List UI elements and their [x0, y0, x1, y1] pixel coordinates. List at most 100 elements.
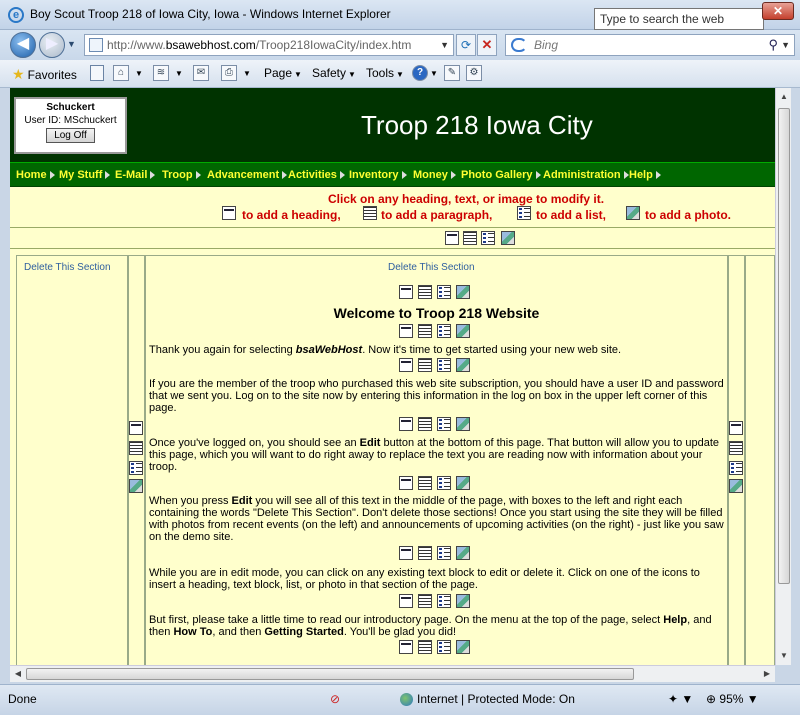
- paragraph-icon[interactable]: [463, 231, 477, 245]
- photo-icon[interactable]: [729, 479, 743, 493]
- menu-item-troop[interactable]: Troop: [159, 166, 201, 184]
- menu-item-inventory[interactable]: Inventory: [346, 166, 406, 184]
- photo-icon[interactable]: [456, 594, 470, 608]
- paragraph-icon[interactable]: [418, 594, 432, 608]
- vertical-scrollbar[interactable]: ▲ ▼: [775, 88, 791, 665]
- zone-indicator[interactable]: Internet | Protected Mode: On: [400, 692, 575, 707]
- paragraph-read-intro[interactable]: But first, please take a little time to …: [149, 614, 724, 638]
- menu-item-my-stuff[interactable]: My Stuff: [56, 166, 111, 184]
- photo-icon[interactable]: [456, 546, 470, 560]
- horizontal-scrollbar[interactable]: ◀ ▶: [10, 665, 775, 682]
- paragraph-press-edit[interactable]: When you press Edit you will see all of …: [149, 495, 724, 543]
- heading-icon[interactable]: [729, 421, 743, 435]
- heading-icon[interactable]: [129, 421, 143, 435]
- home-icon[interactable]: ⌂: [113, 65, 129, 81]
- safety-menu[interactable]: Safety ▼: [312, 66, 356, 80]
- menu-item-money[interactable]: Money: [410, 166, 456, 184]
- menu-item-email[interactable]: E-Mail: [112, 166, 156, 184]
- tools-menu[interactable]: Tools ▼: [366, 66, 404, 80]
- list-icon[interactable]: [437, 324, 451, 338]
- stop-icon[interactable]: ✕: [477, 34, 497, 56]
- list-icon[interactable]: [437, 476, 451, 490]
- help-icon[interactable]: ?: [412, 65, 428, 81]
- heading-icon[interactable]: [399, 358, 413, 372]
- heading-icon[interactable]: [399, 594, 413, 608]
- menu-item-advancement[interactable]: Advancement: [204, 166, 288, 184]
- photo-icon[interactable]: [456, 640, 470, 654]
- address-input[interactable]: http://www.bsawebhost.com/Troop218IowaCi…: [84, 34, 454, 56]
- heading-icon[interactable]: [222, 206, 236, 220]
- list-icon[interactable]: [481, 231, 495, 245]
- heading-icon[interactable]: [399, 285, 413, 299]
- search-dropdown-icon[interactable]: ▼: [781, 35, 790, 55]
- delete-left-section-link[interactable]: Delete This Section: [24, 262, 111, 273]
- home-dropdown-icon[interactable]: ▼: [135, 69, 143, 78]
- heading-icon[interactable]: [399, 324, 413, 338]
- heading-icon[interactable]: [445, 231, 459, 245]
- history-dropdown-icon[interactable]: ▼: [67, 39, 76, 49]
- photo-icon[interactable]: [456, 358, 470, 372]
- paragraph-icon[interactable]: [418, 358, 432, 372]
- paragraph-icon[interactable]: [129, 441, 143, 455]
- feeds-dropdown-icon[interactable]: ▼: [175, 69, 183, 78]
- search-icon[interactable]: ⚲: [768, 35, 778, 55]
- security-icon[interactable]: ✦ ▼: [668, 692, 693, 706]
- paragraph-icon[interactable]: [418, 476, 432, 490]
- scroll-thumb[interactable]: [26, 668, 634, 680]
- menu-item-help[interactable]: Help: [626, 166, 661, 184]
- photo-icon[interactable]: [129, 479, 143, 493]
- heading-icon[interactable]: [399, 417, 413, 431]
- scroll-thumb[interactable]: [778, 108, 790, 584]
- list-icon[interactable]: [729, 461, 743, 475]
- print-dropdown-icon[interactable]: ▼: [243, 69, 251, 78]
- heading-icon[interactable]: [399, 546, 413, 560]
- page-menu[interactable]: Page ▼: [264, 66, 302, 80]
- photo-icon[interactable]: [456, 476, 470, 490]
- research-icon[interactable]: ✎: [444, 65, 460, 81]
- delete-center-section-link[interactable]: Delete This Section: [388, 262, 475, 273]
- menu-item-home[interactable]: Home: [13, 166, 55, 184]
- back-button[interactable]: ◀: [10, 32, 36, 58]
- scroll-down-icon[interactable]: ▼: [777, 648, 791, 664]
- paragraph-icon[interactable]: [418, 640, 432, 654]
- list-icon[interactable]: [437, 546, 451, 560]
- paragraph-purchaser[interactable]: If you are the member of the troop who p…: [149, 378, 724, 414]
- favorites-button[interactable]: ★ Favorites: [12, 66, 77, 83]
- paragraph-edit-button[interactable]: Once you've logged on, you should see an…: [149, 437, 724, 473]
- print-icon[interactable]: ⎙: [221, 65, 237, 81]
- welcome-heading[interactable]: Welcome to Troop 218 Website: [149, 305, 724, 321]
- feeds-icon[interactable]: ≋: [153, 65, 169, 81]
- photo-icon[interactable]: [456, 417, 470, 431]
- close-button[interactable]: ✕: [762, 2, 794, 20]
- paragraph-icon[interactable]: [729, 441, 743, 455]
- paragraph-icon[interactable]: [418, 546, 432, 560]
- address-dropdown-icon[interactable]: ▼: [440, 35, 449, 55]
- photo-icon[interactable]: [456, 285, 470, 299]
- menu-item-photo-gallery[interactable]: Photo Gallery: [458, 166, 541, 184]
- paragraph-icon[interactable]: [418, 324, 432, 338]
- heading-icon[interactable]: [399, 640, 413, 654]
- site-title[interactable]: Troop 218 Iowa City: [361, 110, 593, 141]
- forward-button[interactable]: ▶: [39, 32, 65, 58]
- paragraph-icon[interactable]: [418, 417, 432, 431]
- list-icon[interactable]: [129, 461, 143, 475]
- list-icon[interactable]: [437, 640, 451, 654]
- list-icon[interactable]: [517, 206, 531, 220]
- list-icon[interactable]: [437, 358, 451, 372]
- list-icon[interactable]: [437, 594, 451, 608]
- paragraph-thanks[interactable]: Thank you again for selecting bsaWebHost…: [149, 344, 724, 356]
- paragraph-icon[interactable]: [363, 206, 377, 220]
- scroll-right-icon[interactable]: ▶: [760, 666, 774, 682]
- menu-item-administration[interactable]: Administration: [540, 166, 629, 184]
- menu-item-activities[interactable]: Activities: [285, 166, 345, 184]
- photo-icon[interactable]: [501, 231, 515, 245]
- translate-icon[interactable]: ⚙: [466, 65, 482, 81]
- scroll-up-icon[interactable]: ▲: [777, 89, 791, 105]
- search-input[interactable]: Bing ⚲ ▼: [505, 34, 795, 56]
- zoom-control[interactable]: ⊕ 95% ▼: [706, 692, 759, 706]
- help-dropdown-icon[interactable]: ▼: [430, 69, 438, 78]
- heading-icon[interactable]: [399, 476, 413, 490]
- list-icon[interactable]: [437, 417, 451, 431]
- favorites-bar-icon[interactable]: [90, 65, 104, 81]
- paragraph-icon[interactable]: [418, 285, 432, 299]
